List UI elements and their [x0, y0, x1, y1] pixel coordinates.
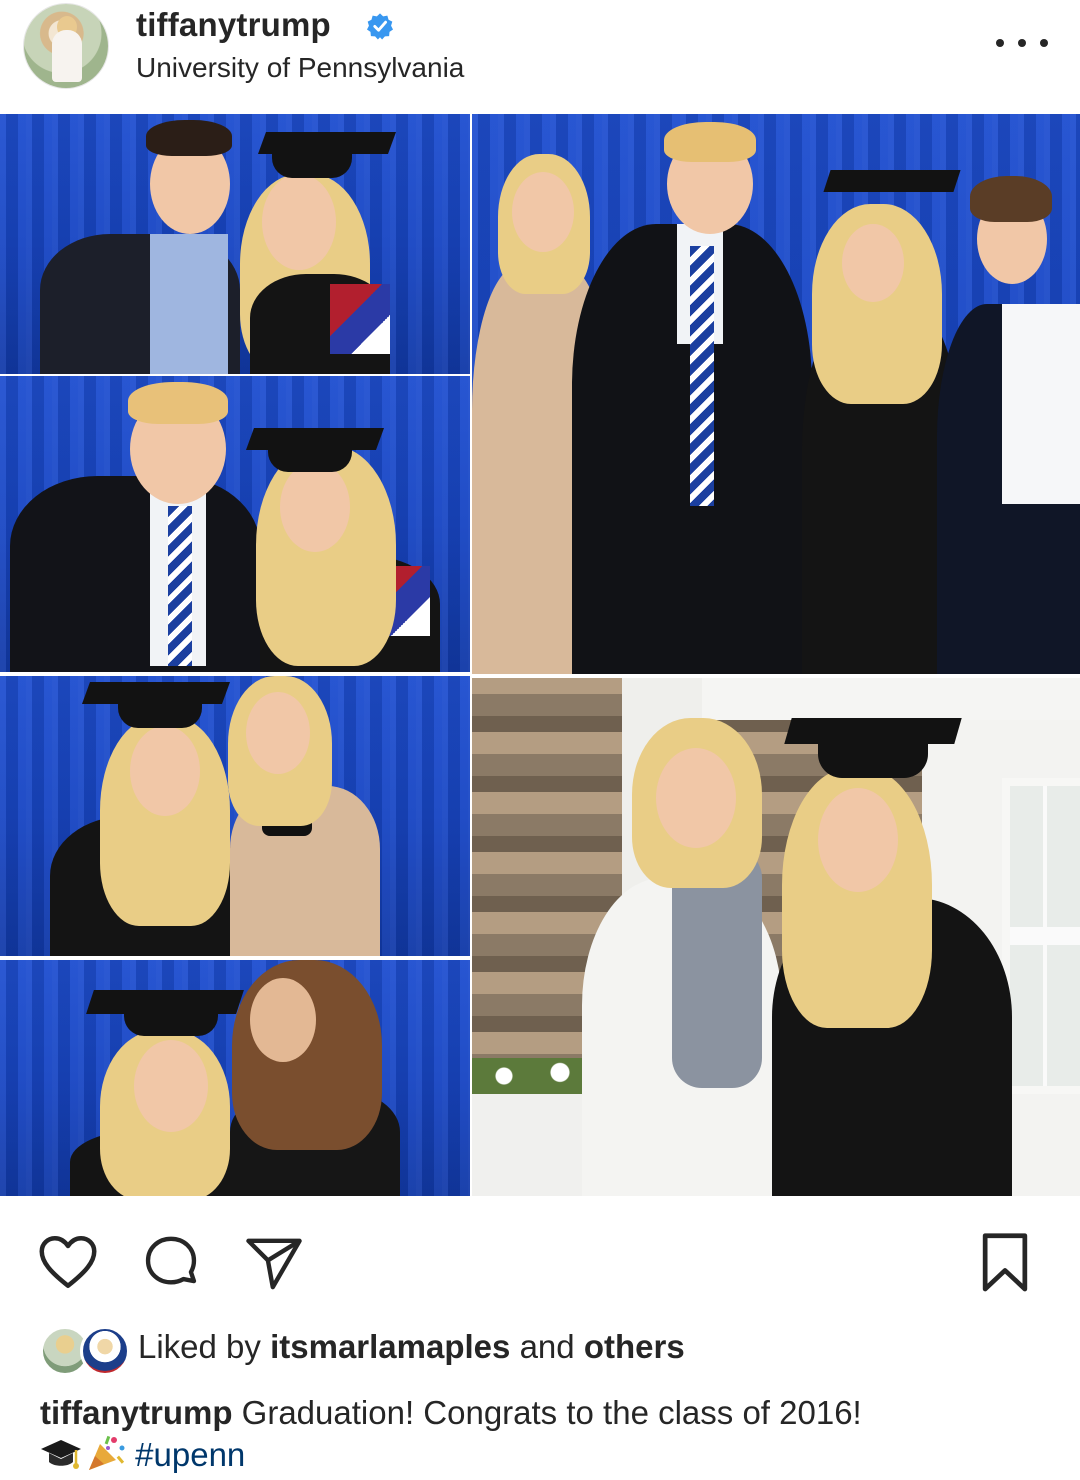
photo-graduate-with-mother	[472, 678, 1080, 1196]
photo-family-group	[472, 114, 1080, 674]
man-shirt	[150, 234, 228, 374]
caption-text: Graduation! Congrats to the class of 201…	[241, 1394, 862, 1431]
man-tie	[168, 506, 192, 666]
boy-hair	[970, 176, 1052, 222]
graduation-cap	[823, 170, 961, 192]
likes-others[interactable]: others	[584, 1328, 685, 1365]
heart-icon[interactable]	[38, 1234, 98, 1290]
more-dot	[1018, 39, 1026, 47]
likes-and: and	[519, 1328, 575, 1365]
graduation-cap-base	[268, 442, 352, 472]
man-hair	[128, 382, 228, 424]
more-dot	[1040, 39, 1048, 47]
caption-username[interactable]: tiffanytrump	[40, 1394, 233, 1431]
likes-row[interactable]: Liked by itsmarlamaples and others	[40, 1322, 1040, 1376]
graduation-cap-base	[124, 1006, 218, 1036]
likes-prefix: Liked by	[138, 1328, 261, 1365]
profile-avatar[interactable]	[24, 4, 108, 88]
post-image-collage[interactable]	[0, 114, 1080, 1196]
verified-badge-icon	[366, 13, 394, 40]
woman-hair	[232, 960, 382, 1150]
graduate-face	[134, 1040, 208, 1132]
graduate-face	[842, 224, 904, 302]
post-actions	[0, 1220, 1080, 1300]
post-header: tiffanytrump University of Pennsylvania	[0, 0, 1080, 114]
graduate-hood	[330, 284, 390, 354]
instagram-post: tiffanytrump University of Pennsylvania	[0, 0, 1080, 1480]
graduation-cap-base	[818, 738, 928, 778]
bookmark-icon[interactable]	[980, 1232, 1030, 1294]
boy-shirt	[1002, 304, 1080, 504]
man-overcoat	[10, 476, 260, 672]
graduation-cap-emoji	[40, 1438, 82, 1472]
man-hair	[146, 120, 232, 156]
graduation-cap-base	[272, 148, 352, 178]
woman-face	[250, 978, 316, 1062]
post-location[interactable]: University of Pennsylvania	[136, 52, 464, 84]
graduate-face	[130, 726, 200, 816]
man-tie	[690, 246, 714, 506]
photo-graduate-with-friend	[0, 114, 470, 374]
man-hair	[664, 122, 756, 162]
graduate-face	[280, 462, 350, 552]
caption-hashtag[interactable]: #upenn	[135, 1436, 245, 1473]
photo-graduate-with-sister	[0, 676, 470, 956]
photo-graduate-with-father	[0, 376, 470, 672]
woman-face	[246, 692, 310, 774]
comment-icon[interactable]	[142, 1234, 200, 1292]
graduation-cap-base	[118, 698, 202, 728]
more-dot	[996, 39, 1004, 47]
post-username[interactable]: tiffanytrump	[136, 6, 331, 44]
liker-avatar	[80, 1326, 130, 1376]
party-popper-emoji	[86, 1434, 126, 1472]
liker-username[interactable]: itsmarlamaples	[270, 1328, 510, 1365]
avatar-figure	[52, 30, 82, 82]
more-options-icon[interactable]	[996, 28, 1048, 58]
photo-graduate-with-stepmother	[0, 960, 470, 1196]
graduate-face	[262, 174, 336, 270]
likes-text: Liked by itsmarlamaples and others	[138, 1328, 685, 1366]
woman-face	[656, 748, 736, 848]
porch-door	[1002, 778, 1080, 1094]
graduate-face	[818, 788, 898, 892]
woman-face	[512, 172, 574, 252]
send-icon[interactable]	[244, 1236, 304, 1292]
post-caption: tiffanytrump Graduation! Congrats to the…	[40, 1392, 1050, 1476]
